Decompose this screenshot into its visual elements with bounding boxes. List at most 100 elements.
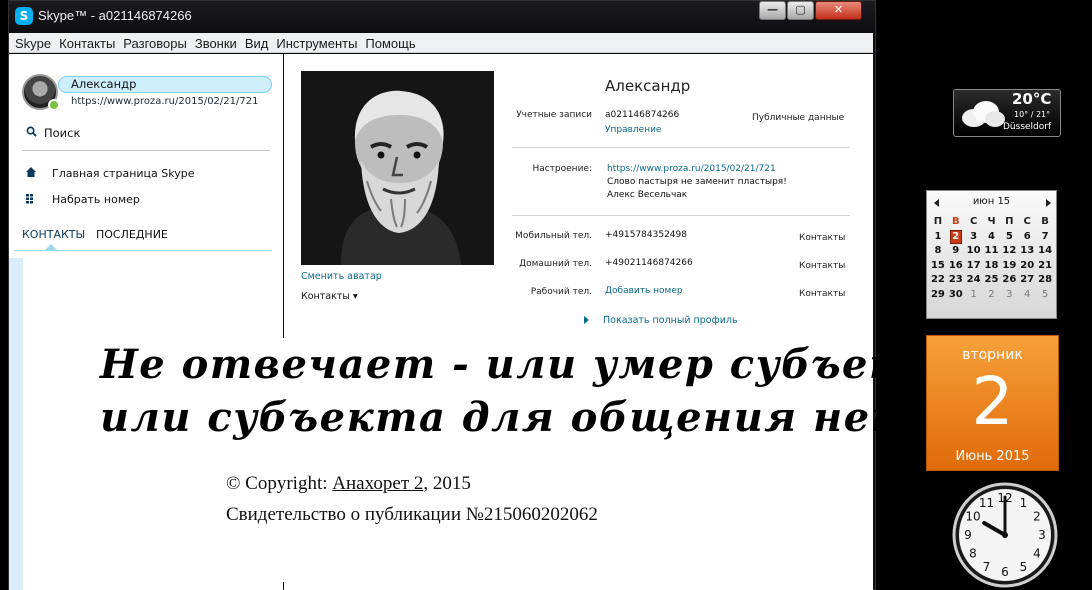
menu-tools[interactable]: Инструменты [272, 34, 361, 51]
calendar-day[interactable]: 15 [929, 259, 947, 274]
calendar-weekday: Ч [987, 216, 996, 227]
calendar-day[interactable]: 19 [1000, 259, 1018, 274]
calendar-day[interactable]: 14 [1036, 244, 1054, 259]
calendar-day[interactable]: 13 [1018, 244, 1036, 259]
calendar-day[interactable]: 8 [929, 244, 947, 259]
calendar-day[interactable]: 7 [1036, 230, 1054, 245]
clock-gadget[interactable]: 123456789101112 [950, 481, 1060, 589]
menu-conversations[interactable]: Разговоры [119, 34, 191, 51]
calendar-day[interactable]: 26 [1000, 273, 1018, 288]
tab-indicator [44, 244, 58, 251]
calendar-day[interactable]: 30 [947, 288, 965, 303]
menu-skype[interactable]: Skype [9, 34, 55, 51]
section-divider [512, 147, 850, 148]
weather-city: Düsseldorf [1003, 122, 1052, 132]
calendar-day[interactable]: 29 [929, 288, 947, 303]
calendar-day[interactable]: 18 [983, 259, 1001, 274]
clock-numeral: 11 [979, 496, 994, 510]
menu-view[interactable]: Вид [241, 34, 273, 51]
calendar-day[interactable]: 4 [983, 230, 1001, 245]
home-phone-value[interactable]: +49021146874266 [605, 258, 693, 268]
profile-mood[interactable]: https://www.proza.ru/2015/02/21/721 [71, 96, 258, 107]
clock-numeral: 10 [965, 510, 980, 524]
show-full-profile-link[interactable]: Показать полный профиль [603, 315, 738, 326]
calendar-day[interactable]: 5 [1036, 288, 1054, 303]
calendar-day[interactable]: 4 [1018, 288, 1036, 303]
menu-help[interactable]: Помощь [361, 34, 419, 51]
calendar-day[interactable]: 16 [947, 259, 965, 274]
bearded-man-portrait-icon [301, 71, 494, 265]
calendar-day[interactable]: 2 [947, 229, 965, 245]
clock-numeral: 5 [1020, 560, 1028, 574]
sidebar-item-skype-home[interactable]: Главная страница Skype [52, 167, 194, 180]
menu-bar: Skype Контакты Разговоры Звонки Вид Инструмен… [9, 33, 873, 53]
calendar-day[interactable]: 17 [965, 259, 983, 274]
tab-contacts[interactable]: КОНТАКТЫ [22, 228, 85, 241]
publication-certificate: Свидетельство о публикации №215060202062 [226, 504, 598, 525]
calendar-day[interactable]: 20 [1018, 259, 1036, 274]
copyright-line: © Copyright: Анахорет 2, 2015 [226, 473, 471, 495]
calendar-day[interactable]: 11 [983, 244, 1001, 259]
calendar-day[interactable]: 27 [1018, 273, 1036, 288]
tab-recent[interactable]: ПОСЛЕДНИЕ [96, 228, 168, 241]
profile-full-name: Александр [605, 77, 691, 95]
headline: Не отвечает - или умер субъект, или субъ… [100, 338, 957, 444]
calendar-day[interactable]: 1 [965, 288, 983, 303]
home-icon [26, 167, 36, 177]
maximize-button[interactable]: ▢ [787, 1, 814, 20]
calendar-day[interactable]: 3 [1000, 288, 1018, 303]
manage-link[interactable]: Управление [605, 125, 661, 135]
calendar-grid: П В С Ч П С В 1 2 3 4 5 6 7 8 9 10 11 12 13 14 15 16 17 18 19 20 21… [929, 215, 1054, 302]
change-avatar-link[interactable]: Сменить аватар [301, 271, 382, 282]
mobile-phone-visibility[interactable]: Контакты [799, 233, 845, 243]
clock-numeral: 7 [983, 560, 991, 574]
menu-contacts[interactable]: Контакты [55, 34, 119, 51]
calendar-day[interactable]: 23 [947, 273, 965, 288]
contacts-dropdown[interactable]: Контакты ▾ [301, 291, 358, 302]
calendar-weekday: С [1023, 216, 1031, 227]
calendar-day[interactable]: 22 [929, 273, 947, 288]
weather-temperature: 20°C [1012, 90, 1052, 108]
calendar-day[interactable]: 24 [965, 273, 983, 288]
calendar-day[interactable]: 9 [947, 244, 965, 259]
headline-line-2: или субъекта для общения нет! [100, 394, 934, 441]
home-phone-visibility[interactable]: Контакты [799, 261, 845, 271]
mobile-phone-label: Мобильный тел. [515, 231, 592, 241]
add-number-link[interactable]: Добавить номер [605, 286, 683, 296]
calendar-day[interactable]: 10 [965, 244, 983, 259]
sidebar-divider [22, 150, 270, 151]
calendar-weekday: С [969, 216, 978, 227]
work-phone-visibility[interactable]: Контакты [799, 289, 845, 299]
mobile-phone-value[interactable]: +4915784352498 [605, 230, 687, 240]
calendar-day[interactable]: 5 [1000, 230, 1018, 245]
skype-logo-icon: S [15, 7, 33, 25]
search-button[interactable]: Поиск [44, 126, 80, 140]
search-icon [26, 126, 37, 137]
calendar-day[interactable]: 3 [965, 230, 983, 245]
close-button[interactable]: ✕ [815, 1, 862, 20]
sidebar-item-dial[interactable]: Набрать номер [52, 193, 140, 206]
calendar-day[interactable]: 2 [983, 288, 1001, 303]
mood-link[interactable]: https://www.proza.ru/2015/02/21/721 [607, 164, 776, 174]
public-data-label: Публичные данные [752, 113, 845, 123]
calendar-day[interactable]: 21 [1036, 259, 1054, 274]
profile-photo[interactable] [301, 71, 494, 265]
calendar-day[interactable]: 1 [929, 230, 947, 245]
headline-line-1: Не отвечает - или умер субъект, [100, 341, 957, 388]
calendar-day[interactable]: 6 [1018, 230, 1036, 245]
calendar-day[interactable]: 25 [983, 273, 1001, 288]
clock-numeral: 3 [1038, 528, 1046, 542]
calendar-day[interactable]: 28 [1036, 273, 1054, 288]
calendar-day[interactable]: 12 [1000, 244, 1018, 259]
copyright-prefix: © Copyright: [226, 473, 333, 494]
weather-range: 10° / 21° [1014, 110, 1051, 119]
clock-numeral: 1 [1020, 496, 1028, 510]
mood-text-1: Слово пастыря не заменит пластыря! [607, 177, 787, 187]
profile-name[interactable]: Александр [71, 77, 136, 91]
calendar-weekday: В [951, 216, 960, 227]
copyright-year: , 2015 [423, 473, 471, 494]
author-link[interactable]: Анахорет 2 [332, 473, 423, 494]
menu-calls[interactable]: Звонки [191, 34, 241, 51]
minimize-button[interactable]: — [759, 1, 786, 20]
date-weekday: вторник [962, 347, 1023, 363]
